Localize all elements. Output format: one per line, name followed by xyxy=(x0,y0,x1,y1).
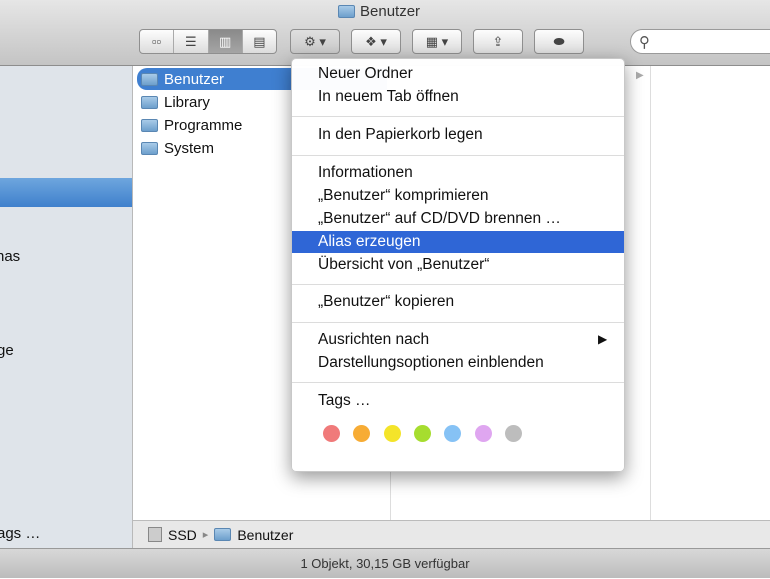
menu-item-copy[interactable]: „Benutzer“ kopieren xyxy=(292,291,624,313)
tag-orange[interactable] xyxy=(353,425,370,442)
sidebar-item[interactable]: ge xyxy=(0,342,14,359)
sidebar-selected-item[interactable] xyxy=(0,178,132,207)
menu-separator xyxy=(292,284,624,285)
menu-item-make-alias[interactable]: Alias erzeugen xyxy=(292,231,624,253)
toolbar: Benutzer ▫▫ ☰ ▥ ▤ ⚙ ▾ ❖ ▾ ▦ ▾ ⇪ ⬬ ⚲ xyxy=(0,0,770,66)
tag-purple[interactable] xyxy=(475,425,492,442)
disk-icon xyxy=(148,527,162,542)
item-label: Programme xyxy=(164,116,243,134)
list-view-button[interactable]: ☰ xyxy=(174,30,209,53)
status-text: 1 Objekt, 30,15 GB verfügbar xyxy=(300,556,470,571)
menu-item-get-info[interactable]: Informationen xyxy=(292,162,624,184)
action-gear-button[interactable]: ⚙ ▾ xyxy=(290,29,340,54)
tag-red[interactable] xyxy=(323,425,340,442)
search-icon: ⚲ xyxy=(639,33,650,51)
arrange-button[interactable]: ▦ ▾ xyxy=(412,29,462,54)
item-label: Benutzer xyxy=(164,70,225,88)
view-mode-segmented: ▫▫ ☰ ▥ ▤ xyxy=(139,29,277,54)
window-title-text: Benutzer xyxy=(360,3,421,20)
share-button[interactable]: ⇪ xyxy=(473,29,523,54)
sidebar-item[interactable]: nas xyxy=(0,248,20,265)
item-label: System xyxy=(164,139,215,157)
folder-icon xyxy=(338,5,355,18)
sidebar: nas ge ags … xyxy=(0,66,133,548)
menu-item-arrange-by[interactable]: Ausrichten nach xyxy=(292,329,624,351)
folder-icon xyxy=(141,141,158,155)
tag-yellow[interactable] xyxy=(384,425,401,442)
item-label: Library xyxy=(164,93,210,111)
column-view-button[interactable]: ▥ xyxy=(208,30,243,53)
window-title: Benutzer xyxy=(338,3,420,20)
menu-separator xyxy=(292,155,624,156)
status-bar: 1 Objekt, 30,15 GB verfügbar xyxy=(0,548,770,578)
menu-item-burn[interactable]: „Benutzer“ auf CD/DVD brennen … xyxy=(292,208,624,230)
path-item[interactable]: SSD xyxy=(168,527,197,543)
sidebar-item-tags[interactable]: ags … xyxy=(0,525,40,542)
menu-item-quick-look[interactable]: Übersicht von „Benutzer“ xyxy=(292,254,624,276)
folder-icon xyxy=(214,528,232,541)
path-separator: ▸ xyxy=(202,529,209,541)
search-input[interactable]: ⚲ xyxy=(630,29,770,54)
disclosure-arrow-icon: ▶ xyxy=(636,70,644,81)
path-item[interactable]: Benutzer xyxy=(237,527,293,543)
context-menu: Neuer Ordner In neuem Tab öffnen In den … xyxy=(291,58,625,472)
dropbox-button[interactable]: ❖ ▾ xyxy=(351,29,401,54)
tag-blue[interactable] xyxy=(444,425,461,442)
folder-icon xyxy=(141,118,158,132)
menu-separator xyxy=(292,116,624,117)
folder-icon xyxy=(141,72,158,86)
menu-separator xyxy=(292,382,624,383)
menu-item-open-in-new-tab[interactable]: In neuem Tab öffnen xyxy=(292,86,624,108)
menu-item-view-options[interactable]: Darstellungsoptionen einblenden xyxy=(292,352,624,374)
menu-separator xyxy=(292,322,624,323)
tag-green[interactable] xyxy=(414,425,431,442)
menu-item-new-folder[interactable]: Neuer Ordner xyxy=(292,63,624,85)
coverflow-view-button[interactable]: ▤ xyxy=(243,30,276,53)
menu-item-tags[interactable]: Tags … xyxy=(292,390,624,412)
tag-gray[interactable] xyxy=(505,425,522,442)
folder-icon xyxy=(141,95,158,109)
submenu-arrow-icon: ▶ xyxy=(598,332,608,346)
icon-view-button[interactable]: ▫▫ xyxy=(140,30,175,53)
menu-item-compress[interactable]: „Benutzer“ komprimieren xyxy=(292,185,624,207)
tags-button[interactable]: ⬬ xyxy=(534,29,584,54)
menu-item-move-to-trash[interactable]: In den Papierkorb legen xyxy=(292,124,624,146)
path-bar: SSD ▸ Benutzer xyxy=(133,520,770,548)
